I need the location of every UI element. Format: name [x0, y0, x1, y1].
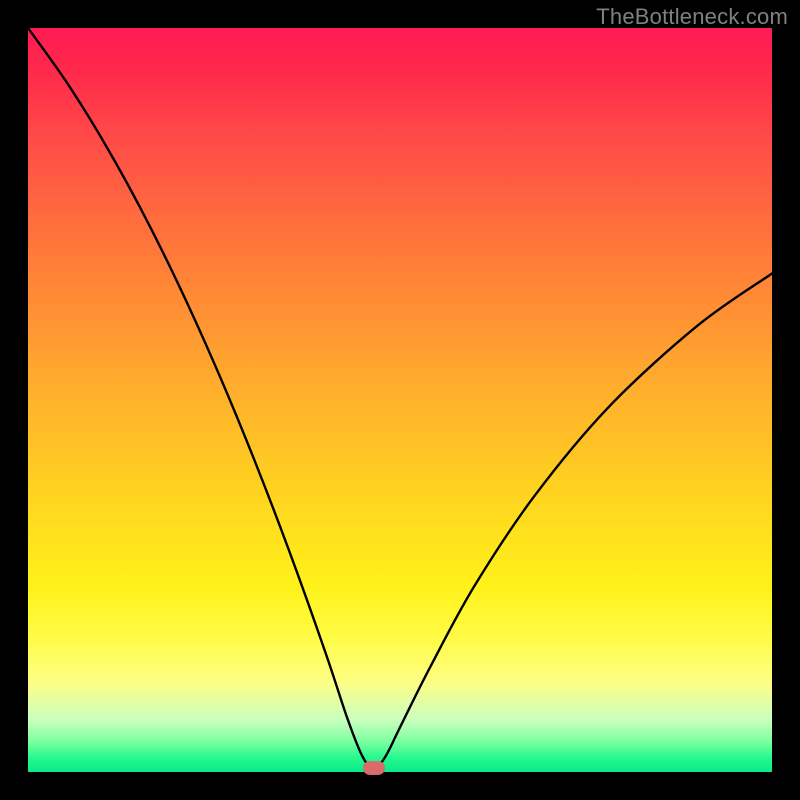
optimal-point-marker — [363, 761, 385, 775]
watermark-text: TheBottleneck.com — [596, 4, 788, 30]
bottleneck-curve — [28, 28, 772, 768]
chart-frame: TheBottleneck.com — [0, 0, 800, 800]
plot-area — [28, 28, 772, 772]
curve-svg — [28, 28, 772, 772]
